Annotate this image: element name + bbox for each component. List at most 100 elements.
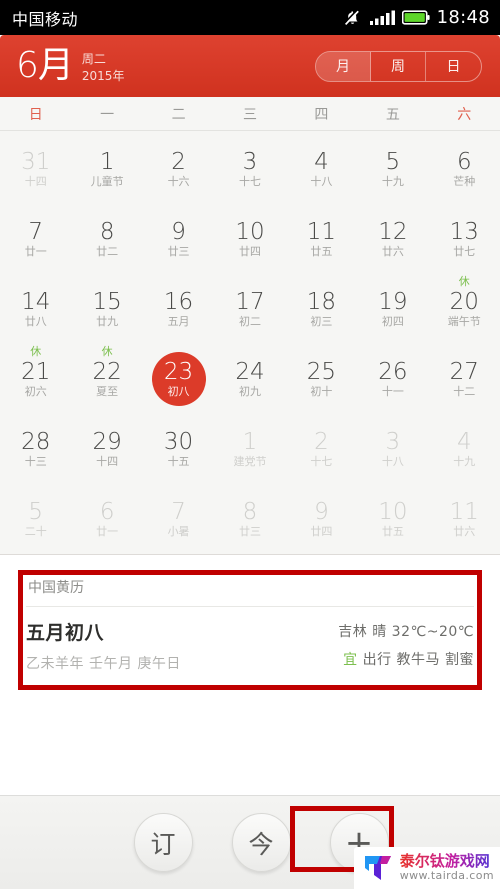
almanac-right: 吉林 晴 32℃~20℃ 宜 出行 教牛马 割蜜	[338, 618, 474, 669]
day-number: 10	[378, 498, 408, 525]
view-mode-week[interactable]: 周	[371, 51, 426, 81]
month-grid[interactable]: 31 十四 1 儿童节 2 十六 3 十七 4 十八 5 十九 6 芒种 7 廿一 8 廿二 9 廿三 10 廿四 11 廿五…	[0, 131, 500, 555]
day-cell[interactable]: 休 22 夏至	[71, 344, 142, 414]
day-cell[interactable]: 30 十五	[143, 414, 214, 484]
day-lunar-label: 廿三	[238, 525, 261, 539]
day-cell[interactable]: 28 十三	[0, 414, 71, 484]
day-number: 10	[235, 218, 265, 245]
day-lunar-label: 十八	[310, 175, 333, 189]
day-cell[interactable]: 9 廿三	[143, 204, 214, 274]
day-number: 7	[28, 218, 44, 245]
day-cell[interactable]: 5 十九	[357, 134, 428, 204]
day-cell[interactable]: 24 初九	[214, 344, 285, 414]
day-lunar-label: 廿三	[167, 245, 190, 259]
day-cell[interactable]: 休 20 端午节	[429, 274, 500, 344]
view-mode-segmented-control[interactable]: 月 周 日	[315, 50, 482, 82]
auspicious-row: 宜 出行 教牛马 割蜜	[338, 649, 474, 669]
day-number: 30	[163, 428, 194, 455]
day-cell[interactable]: 5 二十	[0, 484, 71, 554]
today-button[interactable]: 今	[231, 813, 291, 872]
almanac-left: 五月初八 乙未羊年 壬午月 庚午日	[26, 618, 181, 673]
day-cell[interactable]: 12 廿六	[357, 204, 428, 274]
day-cell[interactable]: 31 十四	[0, 134, 71, 204]
day-number: 8	[242, 498, 258, 525]
day-cell[interactable]: 11 廿五	[286, 204, 357, 274]
carrier-label: 中国移动	[12, 9, 79, 29]
day-cell[interactable]: 6 廿一	[71, 484, 142, 554]
day-cell[interactable]: 休 21 初六	[0, 344, 71, 414]
day-number: 22	[92, 358, 122, 385]
day-cell[interactable]: 4 十九	[429, 414, 500, 484]
day-cell[interactable]: 3 十八	[357, 414, 428, 484]
day-cell[interactable]: 15 廿九	[71, 274, 142, 344]
day-lunar-label: 十九	[381, 175, 404, 189]
day-cell[interactable]: 9 廿四	[286, 484, 357, 554]
day-cell[interactable]: 8 廿三	[214, 484, 285, 554]
view-mode-month[interactable]: 月	[316, 51, 371, 81]
day-cell[interactable]: 6 芒种	[429, 134, 500, 204]
day-lunar-label: 十七	[238, 175, 261, 189]
day-number: 8	[99, 218, 115, 245]
day-cell[interactable]: 8 廿二	[71, 204, 142, 274]
day-cell[interactable]: 18 初三	[286, 274, 357, 344]
rest-day-badge: 休	[30, 345, 42, 358]
clock-label: 18:48	[436, 7, 490, 28]
weather-label: 吉林 晴 32℃~20℃	[338, 624, 474, 640]
almanac-card[interactable]: 中国黄历 五月初八 乙未羊年 壬午月 庚午日 吉林 晴 32℃~20℃ 宜 出行…	[22, 563, 478, 683]
weekday-label: 周二	[81, 52, 106, 67]
day-cell[interactable]: 1 儿童节	[71, 134, 142, 204]
day-cell[interactable]: 23 初八	[143, 344, 214, 414]
day-cell[interactable]: 1 建党节	[214, 414, 285, 484]
day-cell[interactable]: 10 廿五	[357, 484, 428, 554]
day-number: 2	[314, 428, 329, 455]
day-cell[interactable]: 2 十六	[143, 134, 214, 204]
day-lunar-label: 廿七	[453, 245, 476, 259]
day-number: 9	[171, 218, 186, 245]
day-number: 2	[171, 148, 186, 175]
day-lunar-label: 廿一	[96, 525, 119, 539]
header-title-group[interactable]: 6月 周二 2015年	[16, 48, 124, 84]
day-cell[interactable]: 19 初四	[357, 274, 428, 344]
day-number: 17	[235, 288, 265, 315]
day-lunar-label: 十八	[381, 455, 404, 469]
day-number: 31	[21, 148, 51, 175]
day-cell[interactable]: 7 小暑	[143, 484, 214, 554]
day-cell[interactable]: 16 五月	[143, 274, 214, 344]
day-cell[interactable]: 14 廿八	[0, 274, 71, 344]
day-cell[interactable]: 25 初十	[286, 344, 357, 414]
day-cell[interactable]: 10 廿四	[214, 204, 285, 274]
day-cell[interactable]: 29 十四	[71, 414, 142, 484]
day-cell[interactable]: 13 廿七	[429, 204, 500, 274]
ganzhi-label: 乙未羊年 壬午月 庚午日	[26, 656, 181, 672]
weekday-label-4: 四	[314, 106, 329, 123]
day-cell[interactable]: 2 十七	[286, 414, 357, 484]
day-number: 26	[378, 358, 408, 385]
day-cell[interactable]: 11 廿六	[429, 484, 500, 554]
day-lunar-label: 十九	[453, 455, 476, 469]
day-lunar-label: 十三	[24, 455, 47, 469]
day-lunar-label: 廿五	[381, 525, 404, 539]
weekday-label-0: 日	[28, 106, 43, 123]
weekday-label-1: 一	[100, 106, 115, 123]
day-lunar-label: 廿五	[310, 245, 333, 259]
day-lunar-label: 廿六	[381, 245, 404, 259]
day-cell[interactable]: 27 十二	[429, 344, 500, 414]
day-cell[interactable]: 17 初二	[214, 274, 285, 344]
day-cell[interactable]: 7 廿一	[0, 204, 71, 274]
day-cell[interactable]: 26 十一	[357, 344, 428, 414]
day-lunar-label: 小暑	[167, 525, 190, 539]
weekday-label-2: 二	[171, 106, 186, 123]
day-lunar-label: 十四	[24, 175, 47, 189]
day-lunar-label: 夏至	[96, 385, 119, 399]
almanac-card-title: 中国黄历	[26, 569, 474, 607]
subscribe-button[interactable]: 订	[133, 813, 193, 872]
watermark-url: www.tairda.com	[399, 869, 494, 883]
signal-bars-icon	[369, 10, 395, 26]
weekday-header-row: 日一二三四五六	[0, 97, 500, 131]
day-cell[interactable]: 4 十八	[286, 134, 357, 204]
day-cell[interactable]: 3 十七	[214, 134, 285, 204]
day-number: 11	[449, 498, 479, 525]
view-mode-day[interactable]: 日	[426, 52, 481, 81]
day-number: 23	[163, 358, 194, 385]
day-number: 29	[92, 428, 122, 455]
